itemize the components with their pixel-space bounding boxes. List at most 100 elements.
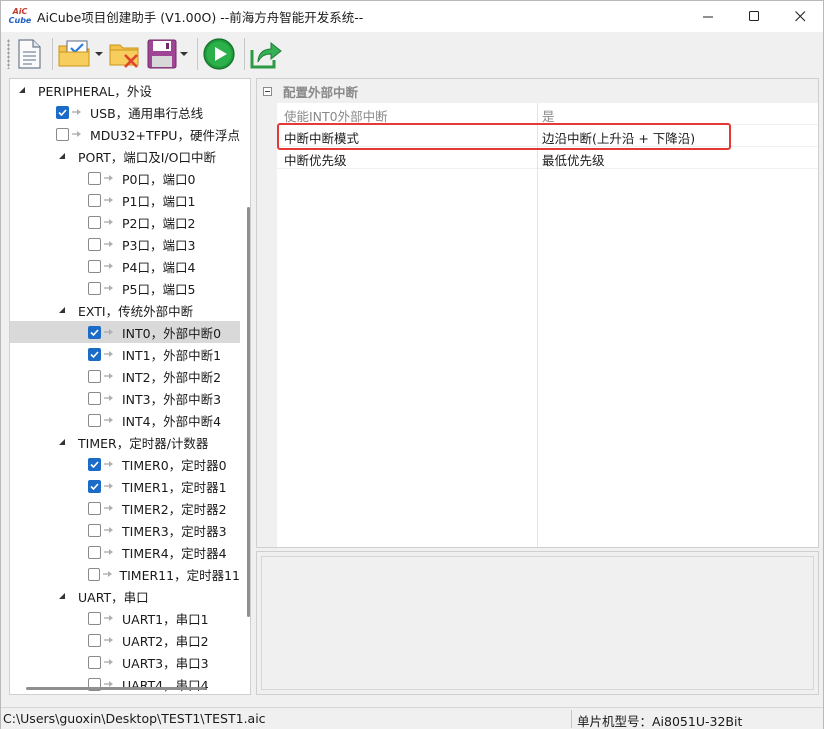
tree-item[interactable]: MDU32+TFPU，硬件浮点	[10, 123, 240, 145]
tree-checkbox[interactable]	[88, 259, 101, 273]
property-value[interactable]: 最低优先级	[542, 150, 605, 169]
tree-checkbox[interactable]	[56, 105, 69, 119]
tree-item-label: INT1，外部中断1	[122, 347, 222, 363]
expand-triangle-icon[interactable]	[56, 438, 68, 446]
tree-item-label: TIMER4，定时器4	[122, 545, 227, 561]
tree-item[interactable]: INT0，外部中断0	[10, 321, 240, 343]
property-name: 中断中断模式	[284, 131, 360, 146]
tree-checkbox[interactable]	[88, 325, 101, 339]
tree-checkbox[interactable]	[88, 391, 101, 405]
new-file-button[interactable]	[14, 36, 44, 72]
tree-item[interactable]: TIMER2，定时器2	[10, 497, 240, 519]
run-button[interactable]	[202, 36, 236, 72]
tree-item[interactable]: PERIPHERAL，外设	[10, 79, 240, 101]
tree-checkbox[interactable]	[88, 545, 101, 559]
property-value[interactable]: 边沿中断(上升沿 + 下降沿)	[542, 128, 695, 147]
expand-triangle-icon[interactable]	[56, 152, 68, 160]
tree-item[interactable]: TIMER，定时器/计数器	[10, 431, 240, 453]
close-icon	[794, 11, 805, 22]
tree-item[interactable]: TIMER0，定时器0	[10, 453, 240, 475]
tree-item[interactable]: TIMER4，定时器4	[10, 541, 240, 563]
peripheral-tree[interactable]: PERIPHERAL，外设 USB，通用串行总线 MDU32+TFPU，硬件浮点 PO…	[9, 78, 251, 695]
tree-checkbox[interactable]	[88, 501, 101, 515]
tree-checkbox[interactable]	[56, 127, 69, 141]
property-name: 使能INT0外部中断	[284, 109, 388, 124]
tree-item[interactable]: P0口，端口0	[10, 167, 240, 189]
property-row-gutter	[257, 147, 277, 169]
property-name: 中断优先级	[284, 153, 347, 168]
tree-checkbox[interactable]	[88, 633, 101, 647]
tree-item[interactable]: P1口，端口1	[10, 189, 240, 211]
close-project-button[interactable]	[108, 36, 142, 72]
tree-item[interactable]: UART，串口	[10, 585, 240, 607]
tree-item[interactable]: EXTI，传统外部中断	[10, 299, 240, 321]
tree-checkbox[interactable]	[88, 193, 101, 207]
tree-item[interactable]: P2口，端口2	[10, 211, 240, 233]
arrow-right-icon	[104, 240, 116, 248]
save-dropdown[interactable]	[179, 36, 189, 72]
open-project-dropdown[interactable]	[94, 36, 104, 72]
tree-item-label: TIMER0，定时器0	[122, 457, 227, 473]
toolbar-grip[interactable]	[7, 38, 10, 69]
tree-checkbox[interactable]	[88, 413, 101, 427]
tree-item[interactable]: INT2，外部中断2	[10, 365, 240, 387]
arrow-right-icon	[104, 416, 116, 424]
tree-item[interactable]: P5口，端口5	[10, 277, 240, 299]
export-button[interactable]	[249, 36, 283, 72]
save-button[interactable]	[146, 36, 178, 72]
expand-triangle-icon[interactable]	[56, 306, 68, 314]
property-category-header[interactable]: 配置外部中断	[257, 79, 818, 103]
tree-checkbox[interactable]	[88, 347, 101, 361]
description-area	[261, 556, 814, 690]
tree-item[interactable]: UART4，串口4	[10, 673, 240, 694]
tree-item-label: TIMER3，定时器3	[122, 523, 227, 539]
minimize-button[interactable]	[685, 1, 731, 32]
tree-item-label: UART3，串口3	[122, 655, 209, 671]
tree-checkbox[interactable]	[88, 281, 101, 295]
tree-checkbox[interactable]	[88, 237, 101, 251]
tree-item[interactable]: PORT，端口及I/O口中断	[10, 145, 240, 167]
tree-checkbox[interactable]	[88, 369, 101, 383]
tree-item[interactable]: TIMER3，定时器3	[10, 519, 240, 541]
property-column-divider[interactable]	[537, 103, 538, 547]
tree-item-label: TIMER2，定时器2	[122, 501, 227, 517]
tree-item[interactable]: TIMER11，定时器11	[10, 563, 240, 585]
close-button[interactable]	[777, 1, 823, 32]
tree-item[interactable]: INT3，外部中断3	[10, 387, 240, 409]
collapse-icon[interactable]	[263, 86, 275, 96]
open-project-button[interactable]	[57, 36, 93, 72]
minimize-icon	[702, 16, 713, 18]
arrow-right-icon	[72, 108, 84, 116]
maximize-button[interactable]	[731, 1, 777, 32]
arrow-right-icon	[104, 218, 116, 226]
tree-checkbox[interactable]	[88, 171, 101, 185]
toolbar	[1, 32, 823, 75]
tree-item[interactable]: UART1，串口1	[10, 607, 240, 629]
tree-checkbox[interactable]	[88, 567, 100, 581]
tree-item[interactable]: UART3，串口3	[10, 651, 240, 673]
tree-vertical-scrollbar[interactable]	[247, 207, 250, 617]
title-bar[interactable]: AiC Cube AiCube项目创建助手 (V1.00O) --前海方舟智能开…	[1, 1, 823, 32]
tree-checkbox[interactable]	[88, 457, 101, 471]
tree-item[interactable]: INT1，外部中断1	[10, 343, 240, 365]
tree-item-label: INT3，外部中断3	[122, 391, 222, 407]
tree-checkbox[interactable]	[88, 215, 101, 229]
window-title: AiCube项目创建助手 (V1.00O) --前海方舟智能开发系统--	[37, 10, 364, 25]
tree-checkbox[interactable]	[88, 611, 101, 625]
tree-horizontal-scrollbar[interactable]	[26, 687, 206, 690]
tree-checkbox[interactable]	[88, 523, 101, 537]
tree-item[interactable]: P4口，端口4	[10, 255, 240, 277]
tree-item[interactable]: INT4，外部中断4	[10, 409, 240, 431]
expand-triangle-icon[interactable]	[56, 592, 68, 600]
tree-item[interactable]: TIMER1，定时器1	[10, 475, 240, 497]
tree-checkbox[interactable]	[88, 479, 101, 493]
chevron-down-icon	[95, 51, 103, 56]
tree-item[interactable]: USB，通用串行总线	[10, 101, 240, 123]
property-value[interactable]: 是	[542, 106, 555, 125]
tree-item[interactable]: UART2，串口2	[10, 629, 240, 651]
tree-item-label: TIMER，定时器/计数器	[78, 435, 209, 451]
tree-item-label: INT0，外部中断0	[122, 325, 222, 341]
tree-checkbox[interactable]	[88, 655, 101, 669]
tree-item[interactable]: P3口，端口3	[10, 233, 240, 255]
expand-triangle-icon[interactable]	[16, 86, 28, 94]
